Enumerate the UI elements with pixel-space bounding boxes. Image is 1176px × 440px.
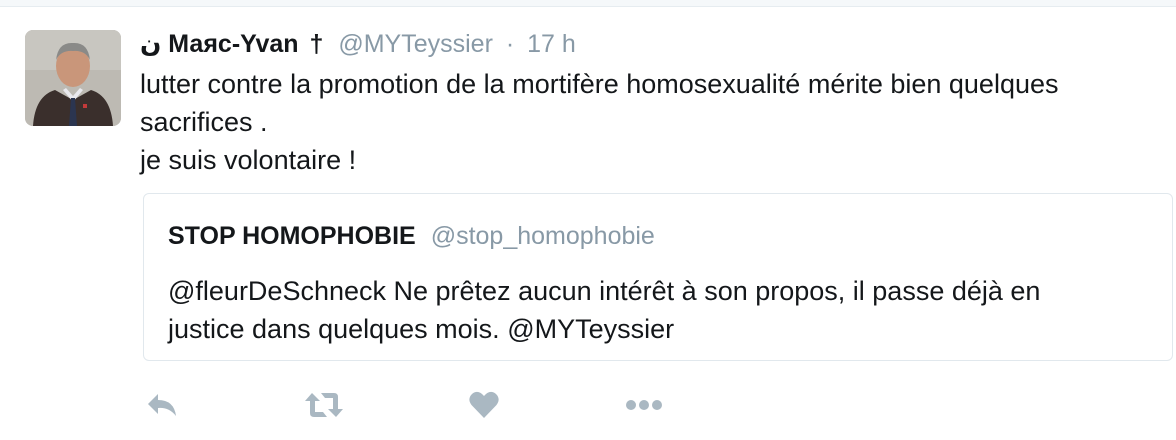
quoted-author-handle[interactable]: @stop_homophobie [431,222,655,250]
author-suffix-glyph: † [309,30,324,58]
quoted-tweet[interactable]: STOP HOMOPHOBIE @stop_homophobie @fleurD… [143,193,1173,361]
quoted-text-line: @fleurDeSchneck Ne prêtez aucun intérêt … [168,276,1041,306]
tweet[interactable]: ن Маяс-Yvan † @MYTeyssier · 17 h lutter … [0,7,1176,440]
author-handle[interactable]: @MYTeyssier [338,30,493,58]
tweet-actions [140,385,740,425]
tweet-text: lutter contre la promotion de la mortifè… [140,65,1160,179]
avatar-photo [25,30,121,126]
tweet-text-line: je suis volontaire ! [140,145,357,175]
quoted-tweet-header: STOP HOMOPHOBIE @stop_homophobie [168,222,655,251]
reply-icon [148,394,176,416]
tweet-header: ن Маяс-Yvan † @MYTeyssier · 17 h [140,25,1160,63]
reply-button[interactable] [140,385,184,425]
tweet-text-line: sacrifices . [140,107,268,137]
author-name[interactable]: Маяс-Yvan [168,30,298,58]
quoted-author-name[interactable]: STOP HOMOPHOBIE [168,222,416,250]
retweet-icon [305,393,343,417]
top-divider [0,0,1176,7]
tweet-text-line: lutter contre la promotion de la mortifè… [140,69,1059,99]
author-prefix-glyph: ن [140,30,162,58]
quoted-tweet-text: @fleurDeSchneck Ne prêtez aucun intérêt … [168,272,1040,348]
tweet-timestamp[interactable]: 17 h [527,30,576,58]
tweet-content: ن Маяс-Yvan † @MYTeyssier · 17 h lutter … [140,25,1160,179]
header-separator: · [505,30,515,58]
quoted-text-line: justice dans quelques mois. @MYTeyssier [168,314,675,344]
like-icon [469,391,499,418]
retweet-button[interactable] [302,385,346,425]
like-button[interactable] [462,385,506,425]
avatar[interactable] [25,30,121,126]
more-icon [626,400,662,410]
more-button[interactable] [622,385,666,425]
